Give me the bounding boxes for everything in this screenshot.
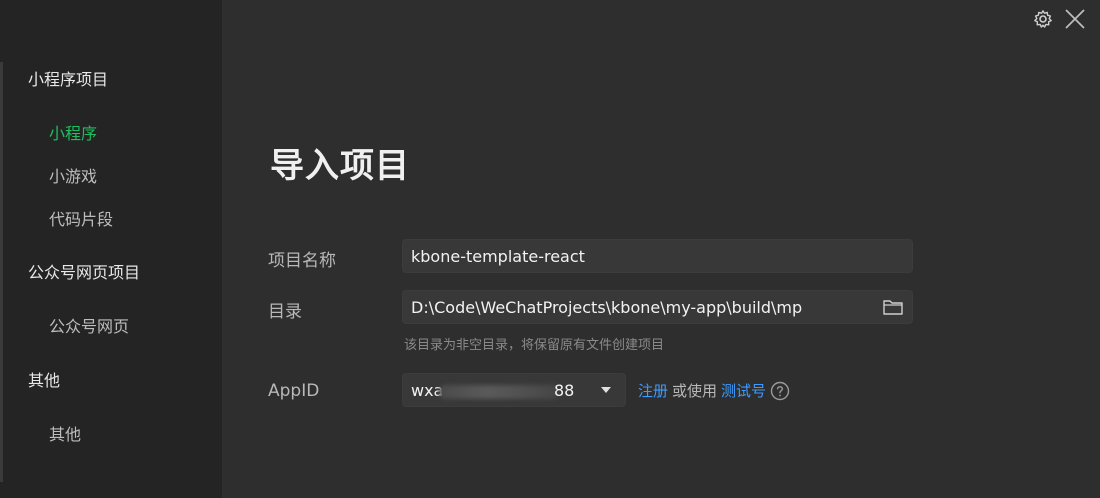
sidebar-item-minigame[interactable]: 小游戏 [49,163,97,187]
directory-hint: 该目录为非空目录，将保留原有文件创建项目 [404,338,665,353]
gear-icon[interactable] [1032,8,1054,30]
project-name-field[interactable] [402,239,913,273]
project-name-label: 项目名称 [268,251,336,271]
appid-label: AppID [268,381,320,401]
sidebar-item-miniprogram[interactable]: 小程序 [49,120,97,144]
register-link[interactable]: 注册 [638,380,668,401]
appid-suffix: 88 [554,381,575,400]
dropdown-caret-icon[interactable] [601,387,611,393]
close-icon[interactable] [1064,8,1086,30]
directory-field[interactable] [402,290,913,324]
sidebar: 小程序项目 小程序 小游戏 代码片段 公众号网页项目 公众号网页 其他 其他 [0,0,222,498]
appid-links: 注册 或使用 测试号 [638,380,790,401]
appid-select[interactable]: wxa 88 [402,373,626,407]
appid-redacted [439,385,559,399]
sidebar-group-miniprogram: 小程序项目 [28,70,109,89]
sidebar-item-other[interactable]: 其他 [49,421,81,445]
directory-input[interactable] [411,297,871,317]
or-use-text: 或使用 [672,382,718,400]
sidebar-group-other: 其他 [28,371,61,390]
window-controls [1032,8,1086,30]
page-title: 导入项目 [270,146,410,186]
help-icon[interactable] [770,381,790,401]
directory-label: 目录 [268,302,302,322]
project-name-input[interactable] [411,246,904,266]
sidebar-item-code-snippet[interactable]: 代码片段 [49,206,113,230]
sidebar-divider [0,62,3,482]
import-project-window: 小程序项目 小程序 小游戏 代码片段 公众号网页项目 公众号网页 其他 其他 导… [0,0,1100,498]
test-account-link[interactable]: 测试号 [721,380,766,401]
folder-icon[interactable] [882,297,904,317]
sidebar-group-official-account: 公众号网页项目 [28,263,141,282]
sidebar-item-official-account-web[interactable]: 公众号网页 [49,313,129,337]
